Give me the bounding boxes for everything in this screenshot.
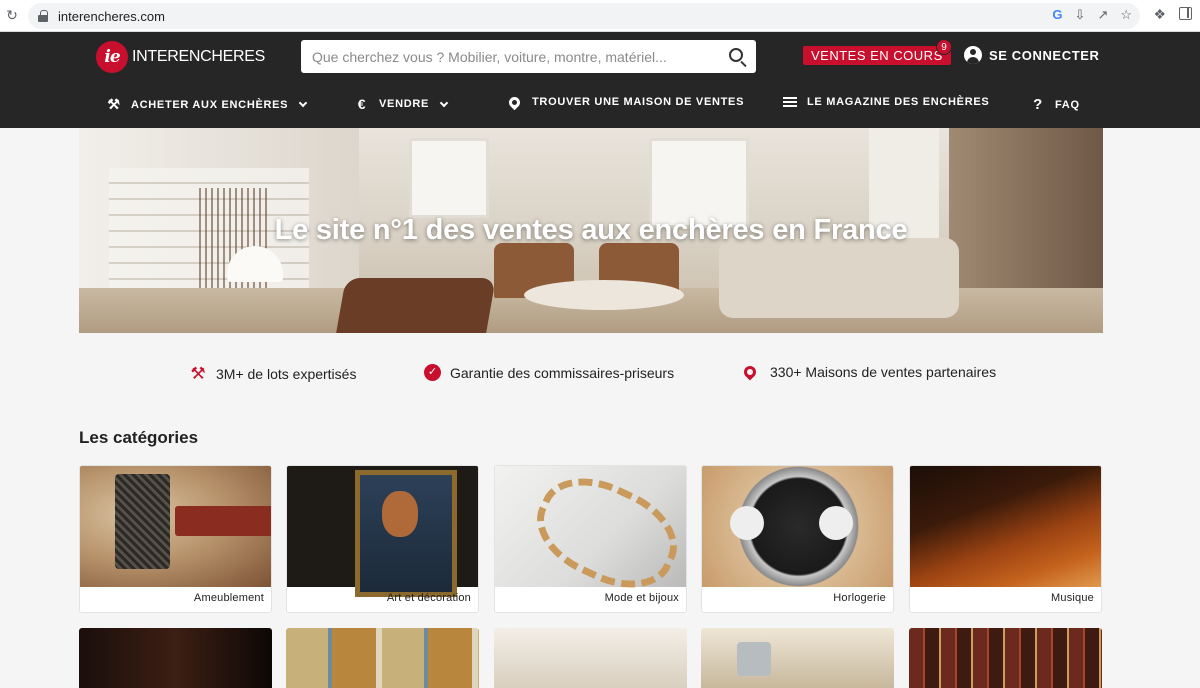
gavel-icon: ⚒: [190, 364, 206, 383]
side-panel-icon[interactable]: [1179, 7, 1192, 20]
feature-lots-text: 3M+ de lots expertisés: [216, 366, 357, 382]
site-logo[interactable]: ie INTERENCHERES: [96, 41, 265, 73]
category-image: [287, 466, 478, 597]
category-card-partial[interactable]: [494, 628, 687, 688]
lock-icon[interactable]: [38, 10, 48, 22]
ventes-en-cours-button[interactable]: VENTES EN COURS: [803, 46, 951, 65]
hero-banner: Le site n°1 des ventes aux enchères en F…: [79, 128, 1103, 333]
verified-badge-icon: ✓: [424, 364, 441, 381]
category-card-musique[interactable]: Musique: [909, 465, 1102, 613]
user-icon: [964, 46, 982, 64]
chevron-down-icon: [439, 98, 449, 107]
category-card-partial[interactable]: [909, 628, 1102, 688]
features-row: ⚒ 3M+ de lots expertisés ✓ Garantie des …: [0, 363, 1200, 384]
category-card-mode[interactable]: Mode et bijoux: [494, 465, 687, 613]
location-pin-icon: [506, 94, 523, 110]
browser-toolbar: ↻ interencheres.com G ⇩ ↗ ☆ ❖: [0, 0, 1200, 32]
bookmark-star-icon[interactable]: ☆: [1120, 7, 1132, 23]
nav-magazine[interactable]: LE MAGAZINE DES ENCHÈRES: [783, 96, 989, 108]
address-bar[interactable]: interencheres.com G ⇩ ↗ ☆: [28, 3, 1140, 29]
location-pin-icon: [741, 363, 759, 381]
nav-trouver-label: TROUVER UNE MAISON DE VENTES: [532, 96, 745, 108]
site-header: ie INTERENCHERES VENTES EN COURS 9 SE CO…: [0, 32, 1200, 128]
category-image: [495, 466, 686, 587]
main-nav: ⚒ ACHETER AUX ENCHÈRES € VENDRE TROUVER …: [0, 88, 1200, 120]
category-label: Art et décoration: [386, 592, 471, 604]
gavel-icon: ⚒: [107, 96, 121, 112]
feature-maisons: 330+ Maisons de ventes partenaires: [741, 363, 997, 381]
nav-faq[interactable]: ? FAQ: [1030, 96, 1080, 113]
nav-acheter[interactable]: ⚒ ACHETER AUX ENCHÈRES: [106, 96, 308, 113]
reload-icon[interactable]: ↻: [2, 7, 22, 24]
login-label: SE CONNECTER: [989, 47, 1100, 63]
feature-lots: ⚒ 3M+ de lots expertisés: [189, 364, 356, 384]
chevron-down-icon: [298, 98, 308, 108]
hero-sofa: [719, 238, 959, 318]
url-text[interactable]: interencheres.com: [58, 9, 165, 24]
euro-icon: €: [357, 96, 367, 112]
nav-vendre[interactable]: € VENDRE: [354, 96, 449, 112]
category-card-ameublement[interactable]: Ameublement: [79, 465, 272, 613]
category-image: [910, 466, 1101, 587]
logo-mark: ie: [96, 41, 128, 73]
hero-coffee-table: [524, 280, 684, 310]
login-button[interactable]: SE CONNECTER: [964, 46, 1100, 64]
category-card-partial[interactable]: [79, 628, 272, 688]
category-card-partial[interactable]: [701, 628, 894, 688]
nav-acheter-label: ACHETER AUX ENCHÈRES: [131, 98, 289, 111]
category-label: Mode et bijoux: [604, 592, 679, 604]
category-image: [80, 466, 271, 587]
search-icon[interactable]: [729, 48, 743, 62]
question-icon: ?: [1033, 96, 1043, 113]
category-card-art[interactable]: Art et décoration: [286, 465, 479, 613]
categories-title: Les catégories: [79, 428, 199, 447]
category-label: Ameublement: [193, 592, 264, 604]
install-icon[interactable]: ⇩: [1075, 7, 1086, 23]
category-label: Musique: [1051, 592, 1094, 604]
nav-vendre-label: VENDRE: [379, 98, 430, 110]
hero-lounge-chair: [336, 278, 496, 333]
ventes-count-badge: 9: [936, 39, 952, 55]
feature-garantie: ✓ Garantie des commissaires-priseurs: [424, 364, 674, 381]
category-card-horlogerie[interactable]: Horlogerie: [701, 465, 894, 613]
omnibox-icons: G ⇩ ↗ ☆: [1052, 7, 1132, 23]
hero-window: [409, 138, 489, 218]
nav-magazine-label: LE MAGAZINE DES ENCHÈRES: [807, 96, 990, 108]
extensions-icon[interactable]: ❖: [1153, 6, 1166, 23]
feature-garantie-text: Garantie des commissaires-priseurs: [450, 364, 675, 381]
google-icon[interactable]: G: [1052, 7, 1062, 23]
search-bar: [301, 40, 756, 73]
category-card-partial[interactable]: [286, 628, 479, 688]
nav-trouver-maison[interactable]: TROUVER UNE MAISON DE VENTES: [506, 94, 745, 110]
logo-text: INTERENCHERES: [132, 48, 266, 65]
share-icon[interactable]: ↗: [1097, 7, 1108, 23]
hero-title: Le site n°1 des ventes aux enchères en F…: [274, 214, 908, 246]
search-input[interactable]: [301, 40, 711, 73]
feature-maisons-text: 330+ Maisons de ventes partenaires: [770, 364, 997, 380]
category-label: Horlogerie: [833, 592, 886, 604]
nav-faq-label: FAQ: [1055, 98, 1080, 111]
menu-icon: [783, 97, 797, 107]
category-image: [702, 466, 893, 587]
